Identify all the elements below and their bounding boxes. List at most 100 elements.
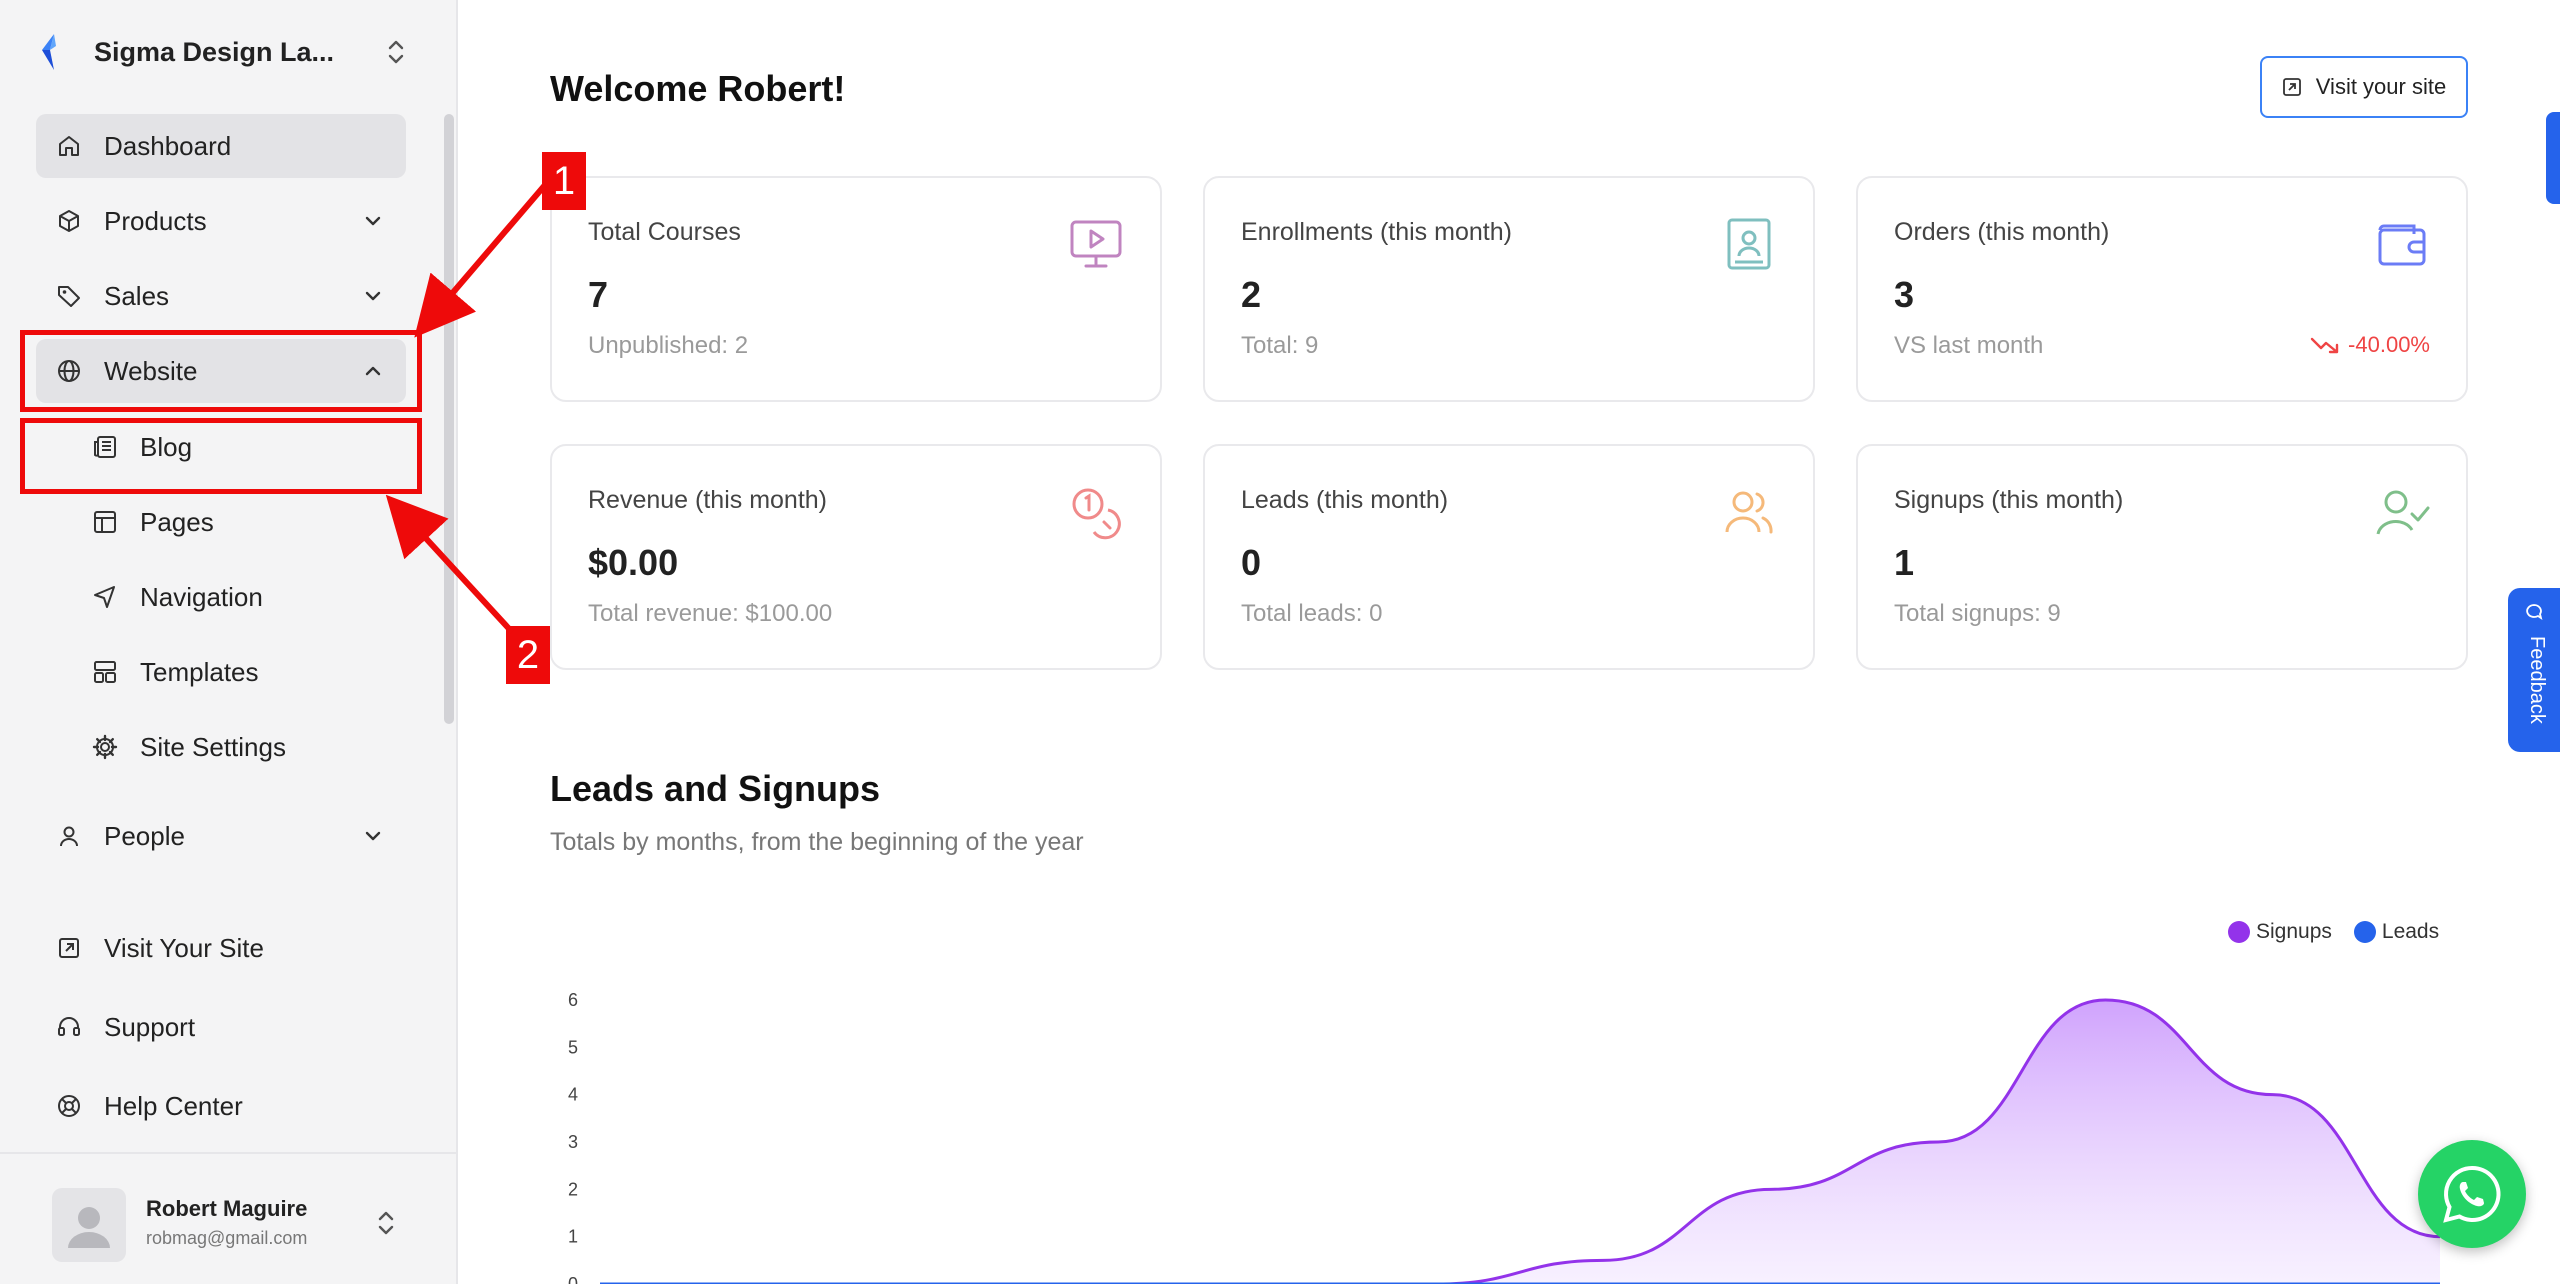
sidebar-item-label: Dashboard bbox=[104, 130, 232, 161]
legend-label: Signups bbox=[2256, 920, 2332, 943]
card-title: Total Courses bbox=[588, 218, 741, 246]
card-title: Leads (this month) bbox=[1241, 486, 1449, 514]
stat-card-signups: Signups (this month) 1 Total signups: 9 bbox=[1856, 444, 2468, 670]
sidebar-item-sales[interactable]: Sales bbox=[36, 264, 406, 328]
visit-your-site-link[interactable]: Visit Your Site bbox=[36, 918, 264, 978]
card-value: 7 bbox=[588, 274, 609, 315]
support-link[interactable]: Support bbox=[36, 997, 195, 1057]
feedback-tab[interactable]: Feedback bbox=[2508, 588, 2560, 752]
card-value: 3 bbox=[1894, 274, 1915, 315]
feedback-label: Feedback bbox=[2526, 636, 2548, 724]
annotation-box-blog bbox=[20, 418, 422, 494]
chart-section-title: Leads and Signups bbox=[550, 768, 881, 809]
page-title: Welcome Robert! bbox=[550, 68, 846, 109]
templates-icon bbox=[94, 661, 116, 683]
visit-site-button-label: Visit your site bbox=[2315, 74, 2447, 99]
sidebar-item-people[interactable]: People bbox=[36, 804, 406, 868]
headset-icon bbox=[58, 1017, 80, 1036]
lifebuoy-icon bbox=[58, 1095, 80, 1117]
card-value: $0.00 bbox=[588, 542, 679, 583]
user-icon bbox=[60, 826, 78, 847]
legend-entry-leads[interactable]: Leads bbox=[2353, 920, 2440, 944]
sidebar-subitem-templates[interactable]: Templates bbox=[92, 642, 259, 702]
legend-swatch-leads bbox=[2353, 921, 2376, 943]
card-subtext: VS last month bbox=[1894, 332, 2044, 359]
chart-legend: Signups Leads bbox=[2228, 920, 2461, 944]
y-tick-label: 4 bbox=[568, 1085, 578, 1105]
tag-icon bbox=[58, 286, 80, 307]
side-tab-edge[interactable] bbox=[2546, 112, 2560, 204]
main-content: Welcome Robert! Visit your site Total Co… bbox=[460, 0, 2560, 1284]
legend-swatch-signups bbox=[2228, 921, 2250, 943]
card-value: 2 bbox=[1241, 274, 1262, 315]
stat-card-orders: Orders (this month) 3 VS last month -40.… bbox=[1856, 176, 2468, 402]
sidebar-subitem-site-settings[interactable]: Site Settings bbox=[92, 717, 286, 777]
user-email: robmag@gmail.com bbox=[146, 1228, 308, 1248]
stat-card-revenue: Revenue (this month) $0.00 Total revenue… bbox=[550, 444, 1162, 670]
sidebar-item-products[interactable]: Products bbox=[36, 189, 406, 253]
trend-value: -40.00% bbox=[2348, 332, 2430, 357]
sidebar-subitem-label: Navigation bbox=[140, 581, 263, 612]
card-title: Enrollments (this month) bbox=[1241, 218, 1512, 246]
help-center-link[interactable]: Help Center bbox=[36, 1076, 243, 1136]
chevron-down-icon bbox=[365, 216, 381, 226]
monitor-play-icon bbox=[1070, 220, 1122, 268]
card-subtext: Total: 9 bbox=[1241, 332, 1319, 359]
layout-icon bbox=[94, 511, 116, 533]
card-subtext: Total signups: 9 bbox=[1894, 600, 2061, 627]
visit-your-site-label: Visit Your Site bbox=[104, 932, 264, 963]
card-subtext: Unpublished: 2 bbox=[588, 332, 749, 359]
box-icon bbox=[59, 210, 79, 232]
annotation-box-website bbox=[20, 330, 422, 412]
legend-entry-signups[interactable]: Signups bbox=[2228, 920, 2332, 944]
sidebar-subitem-navigation[interactable]: Navigation bbox=[92, 567, 263, 627]
sidebar-item-label: People bbox=[104, 820, 185, 851]
user-check-icon bbox=[2376, 490, 2430, 535]
help-center-label: Help Center bbox=[104, 1090, 243, 1121]
card-subtext: Total leads: 0 bbox=[1241, 600, 1383, 627]
sidebar-subitem-label: Templates bbox=[140, 656, 259, 687]
sidebar: Sigma Design La... Dashboard Products Sa… bbox=[0, 0, 458, 1284]
card-title: Orders (this month) bbox=[1894, 218, 2110, 246]
annotation-badge-2: 2 bbox=[506, 626, 550, 684]
stat-card-leads: Leads (this month) 0 Total leads: 0 bbox=[1203, 444, 1815, 670]
y-tick-label: 3 bbox=[568, 1132, 578, 1152]
whatsapp-button[interactable] bbox=[2418, 1140, 2526, 1248]
card-subtext: Total revenue: $100.00 bbox=[588, 600, 833, 627]
contact-book-icon bbox=[1727, 218, 1771, 270]
whatsapp-icon bbox=[2443, 1165, 2501, 1223]
leads-signups-chart: 6 5 4 3 2 1 0 bbox=[568, 990, 2441, 1284]
visit-site-button[interactable]: Visit your site bbox=[2260, 56, 2468, 118]
brand-logo-icon bbox=[42, 34, 56, 70]
card-value: 0 bbox=[1241, 542, 1262, 583]
chart-section-subtitle: Totals by months, from the beginning of … bbox=[550, 828, 1084, 856]
coins-icon bbox=[1072, 488, 1121, 540]
chevron-down-icon bbox=[365, 831, 381, 841]
sidebar-item-label: Sales bbox=[104, 280, 170, 311]
trending-down-icon bbox=[2310, 337, 2339, 354]
trend-indicator: -40.00% bbox=[2310, 332, 2430, 358]
card-title: Revenue (this month) bbox=[588, 486, 828, 514]
support-label: Support bbox=[104, 1011, 196, 1042]
user-name: Robert Maguire bbox=[146, 1196, 308, 1221]
sidebar-subitem-pages[interactable]: Pages bbox=[92, 492, 214, 552]
card-value: 1 bbox=[1894, 542, 1915, 583]
navigation-arrow-icon bbox=[94, 586, 115, 608]
avatar-placeholder-icon bbox=[68, 1207, 110, 1248]
external-link-icon bbox=[59, 938, 79, 958]
sidebar-subitem-label: Site Settings bbox=[140, 731, 286, 762]
user-menu[interactable]: Robert Maguire robmag@gmail.com bbox=[0, 1152, 458, 1284]
stat-card-enrollments: Enrollments (this month) 2 Total: 9 bbox=[1203, 176, 1815, 402]
home-icon bbox=[59, 136, 79, 156]
sidebar-item-dashboard[interactable]: Dashboard bbox=[36, 114, 406, 178]
sidebar-scrollbar[interactable] bbox=[444, 114, 454, 724]
annotation-badge-1: 1 bbox=[542, 152, 586, 210]
external-link-icon bbox=[2282, 78, 2301, 96]
chevron-up-down-icon bbox=[388, 40, 404, 64]
y-tick-label: 2 bbox=[568, 1179, 578, 1199]
legend-label: Leads bbox=[2381, 920, 2440, 943]
users-icon bbox=[1725, 491, 1773, 534]
chevron-up-down-icon[interactable] bbox=[374, 1208, 398, 1238]
sidebar-item-label: Products bbox=[104, 205, 207, 236]
workspace-switcher[interactable]: Sigma Design La... bbox=[36, 24, 408, 80]
